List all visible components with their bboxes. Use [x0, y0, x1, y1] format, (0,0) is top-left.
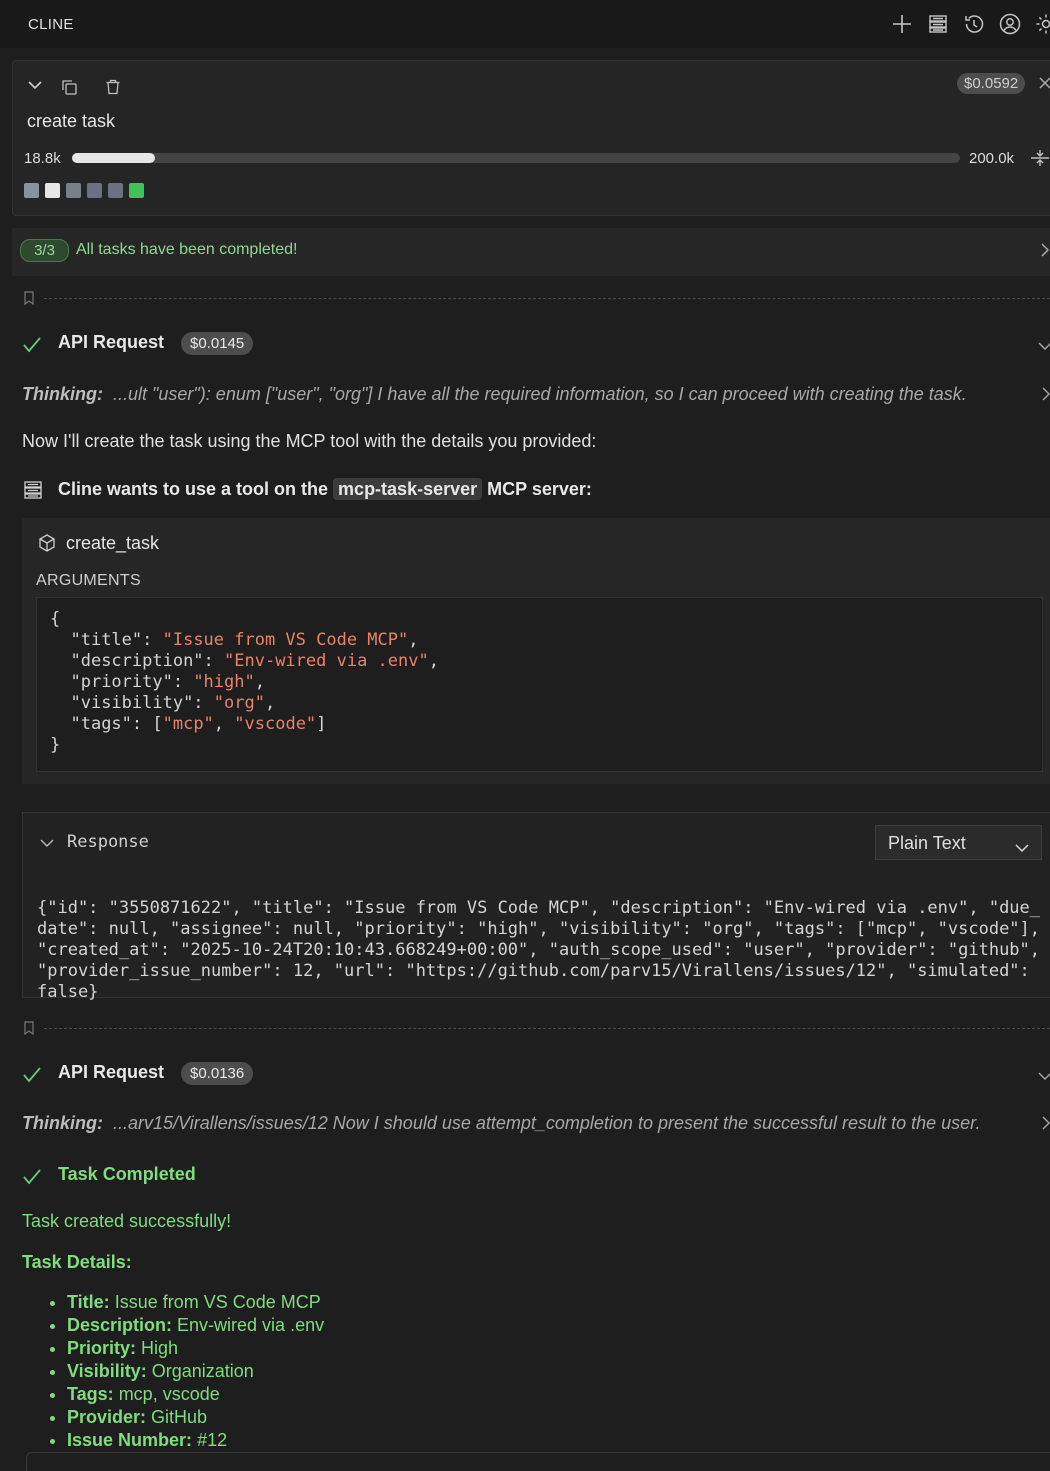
thinking-label: Thinking:	[22, 1113, 103, 1133]
detail-value: High	[141, 1338, 179, 1358]
detail-key: Issue Number:	[67, 1430, 193, 1450]
detail-item: Provider: GitHub	[67, 1406, 967, 1428]
thinking-block[interactable]: Thinking: ...arv15/Virallens/issues/12 N…	[22, 1113, 980, 1134]
detail-key: Visibility:	[67, 1361, 147, 1381]
account-icon[interactable]	[998, 12, 1022, 36]
tool-use-line: Cline wants to use a tool on the mcp-tas…	[58, 478, 592, 500]
tool-name: create_task	[66, 533, 160, 553]
response-label[interactable]: Response	[67, 832, 149, 852]
thinking-chevron-icon[interactable]	[1042, 1116, 1050, 1130]
check-icon	[22, 1064, 42, 1084]
step-indicator[interactable]	[45, 183, 60, 198]
detail-key: Tags:	[67, 1384, 114, 1404]
task-header-card	[12, 60, 1050, 216]
thinking-block[interactable]: Thinking: ...ult "user"): enum ["user", …	[22, 384, 967, 405]
select-chevron-icon	[1015, 837, 1029, 858]
thinking-label: Thinking:	[22, 384, 103, 404]
thinking-chevron-icon[interactable]	[1042, 387, 1050, 401]
api-request-label: API Request	[58, 332, 165, 352]
thinking-text: ...arv15/Virallens/issues/12 Now I shoul…	[113, 1113, 981, 1133]
server-icon	[23, 480, 43, 500]
check-icon	[22, 334, 42, 354]
server-name: mcp-task-server	[333, 478, 483, 500]
compress-icon[interactable]	[1030, 148, 1050, 168]
completion-message: Task created successfully!	[22, 1211, 232, 1231]
api-request-cost: $0.0136	[181, 1062, 254, 1085]
copy-icon[interactable]	[60, 78, 78, 96]
expand-chevron-icon[interactable]	[1038, 1068, 1050, 1080]
chevron-right-icon[interactable]	[1040, 243, 1050, 257]
step-indicator[interactable]	[24, 183, 39, 198]
detail-value: Organization	[151, 1361, 254, 1381]
tokens-used: 18.8k	[24, 150, 61, 167]
detail-key: Priority:	[67, 1338, 137, 1358]
plus-icon[interactable]	[890, 12, 914, 36]
detail-item: Issue Number: #12	[67, 1429, 967, 1451]
history-icon[interactable]	[962, 12, 986, 36]
tool-use-suffix: MCP server:	[487, 479, 592, 499]
bookmark-icon[interactable]	[24, 1021, 34, 1036]
context-progress-bar	[72, 153, 960, 163]
detail-value: Issue from VS Code MCP	[114, 1292, 321, 1312]
step-indicator[interactable]	[108, 183, 123, 198]
detail-item: Description: Env-wired via .env	[67, 1314, 967, 1336]
banner-text: All tasks have been completed!	[76, 241, 298, 258]
close-icon[interactable]	[1038, 76, 1050, 90]
step-indicator[interactable]	[129, 183, 144, 198]
task-title: create task	[27, 111, 116, 131]
details-list: Title: Issue from VS Code MCPDescription…	[22, 1291, 967, 1452]
expand-chevron-icon[interactable]	[1038, 338, 1050, 350]
detail-value: mcp, vscode	[118, 1384, 220, 1404]
chat-input-box[interactable]	[26, 1452, 1050, 1471]
step-indicator[interactable]	[66, 183, 81, 198]
cube-icon	[37, 533, 57, 553]
thinking-text: ...ult "user"): enum ["user", "org"] I h…	[113, 384, 967, 404]
task-completed-label: Task Completed	[58, 1164, 196, 1184]
chevron-down-icon[interactable]	[26, 76, 44, 94]
trash-icon[interactable]	[104, 78, 122, 96]
tasks-count-badge: 3/3	[20, 239, 69, 262]
task-cost-badge: $0.0592	[957, 73, 1026, 94]
detail-key: Description:	[67, 1315, 173, 1335]
format-select[interactable]: Plain Text	[875, 825, 1042, 860]
check-icon	[22, 1166, 42, 1186]
api-request-label: API Request	[58, 1062, 165, 1082]
api-request-cost: $0.0145	[181, 332, 254, 355]
app-title: CLINE	[28, 16, 74, 33]
server-icon[interactable]	[926, 12, 950, 36]
detail-key: Provider:	[67, 1407, 147, 1427]
arguments-code: { "title": "Issue from VS Code MCP", "de…	[50, 609, 439, 755]
bookmark-icon[interactable]	[24, 291, 34, 306]
details-heading: Task Details:	[22, 1252, 132, 1272]
settings-icon[interactable]	[1034, 12, 1050, 36]
detail-key: Title:	[67, 1292, 110, 1312]
checkpoint-divider	[44, 298, 1050, 299]
format-select-value: Plain Text	[888, 833, 966, 853]
arguments-label: ARGUMENTS	[36, 572, 141, 589]
assistant-message: Now I'll create the task using the MCP t…	[22, 431, 597, 451]
response-body: {"id": "3550871622", "title": "Issue fro…	[37, 898, 1041, 1002]
detail-item: Title: Issue from VS Code MCP	[67, 1291, 967, 1313]
detail-item: Tags: mcp, vscode	[67, 1383, 967, 1405]
detail-value: #12	[197, 1430, 228, 1450]
step-indicator[interactable]	[87, 183, 102, 198]
response-chevron-icon[interactable]	[40, 836, 54, 848]
checkpoint-divider	[44, 1028, 1050, 1029]
detail-value: Env-wired via .env	[177, 1315, 325, 1335]
detail-item: Priority: High	[67, 1337, 967, 1359]
context-window: 200.0k	[969, 150, 1015, 167]
context-progress-fill	[72, 153, 156, 163]
detail-item: Visibility: Organization	[67, 1360, 967, 1382]
tool-use-prefix: Cline wants to use a tool on the	[58, 479, 329, 499]
detail-value: GitHub	[151, 1407, 208, 1427]
